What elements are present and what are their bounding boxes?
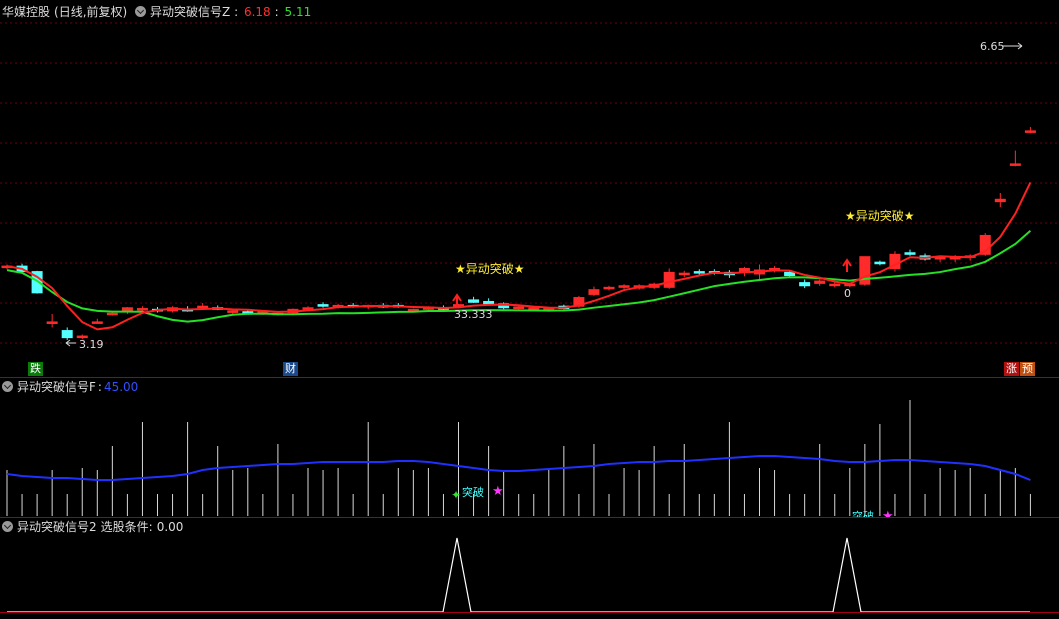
candle-body — [934, 256, 946, 260]
signal-f-line — [6, 455, 1031, 481]
candle-body — [678, 272, 690, 276]
candle-body — [603, 286, 615, 290]
condition-line — [7, 537, 1030, 612]
candle-body — [528, 307, 540, 310]
candle-body — [317, 304, 329, 307]
tag-down[interactable]: 跌 — [28, 362, 43, 376]
candle-body — [483, 300, 495, 305]
sub-chart-pane-1[interactable]: 异动突破信号F:45.00 突破 ✦ ★ 突破 ★ — [0, 378, 1059, 518]
low-price-label: 3.19 — [79, 338, 104, 351]
candle-body — [874, 261, 886, 265]
main-chart-pane[interactable]: 华媒控股 (日线,前复权) 异动突破信号Z : 6.18: 5.11 6.65 3… — [0, 0, 1059, 378]
candle-body — [799, 282, 811, 287]
signal-bar-chart[interactable]: 突破 ✦ ★ 突破 ★ — [0, 378, 1059, 518]
candle-body — [663, 271, 675, 288]
grid-lines — [0, 22, 1059, 344]
signal-label-2: ★异动突破★ — [845, 208, 915, 223]
candle-body — [784, 271, 796, 277]
candle-body — [904, 252, 916, 255]
candle-body — [91, 321, 103, 324]
candle-body — [588, 289, 600, 295]
candle-body — [693, 271, 705, 274]
candle-body — [46, 321, 58, 324]
candlestick-chart[interactable]: 6.65 3.19 ★异动突破★ 33.333 ★异动突破★ 0 — [0, 0, 1059, 378]
candle-body — [61, 330, 73, 339]
sub-chart-pane-2[interactable]: 异动突破信号2 选股条件: 0.00 — [0, 518, 1059, 612]
candle-body — [197, 305, 209, 309]
star-icon: ★ — [492, 484, 504, 499]
sub1-signal-label-1: 突破 — [462, 485, 484, 499]
signal-value-2: 0 — [844, 287, 851, 300]
candle-body — [829, 283, 841, 287]
candle-body — [136, 308, 148, 311]
candle-body — [468, 299, 480, 303]
candle-body — [106, 312, 118, 316]
tag-finance[interactable]: 财 — [283, 362, 298, 376]
star-icon: ✦ — [451, 488, 461, 502]
signal-value-1: 33.333 — [454, 308, 493, 321]
candle-body — [618, 285, 630, 288]
selection-condition-chart[interactable] — [0, 518, 1059, 612]
candle-body — [1024, 130, 1036, 133]
candle-body — [1009, 163, 1021, 166]
high-price-label: 6.65 — [980, 40, 1005, 53]
candle-body — [814, 280, 826, 284]
tag-forecast[interactable]: 预 — [1020, 362, 1035, 376]
candle-body — [513, 306, 525, 309]
tag-up[interactable]: 涨 — [1004, 362, 1019, 376]
candle-body — [227, 310, 239, 313]
candle-body — [994, 198, 1006, 203]
signal-label-1: ★异动突破★ — [455, 261, 525, 276]
